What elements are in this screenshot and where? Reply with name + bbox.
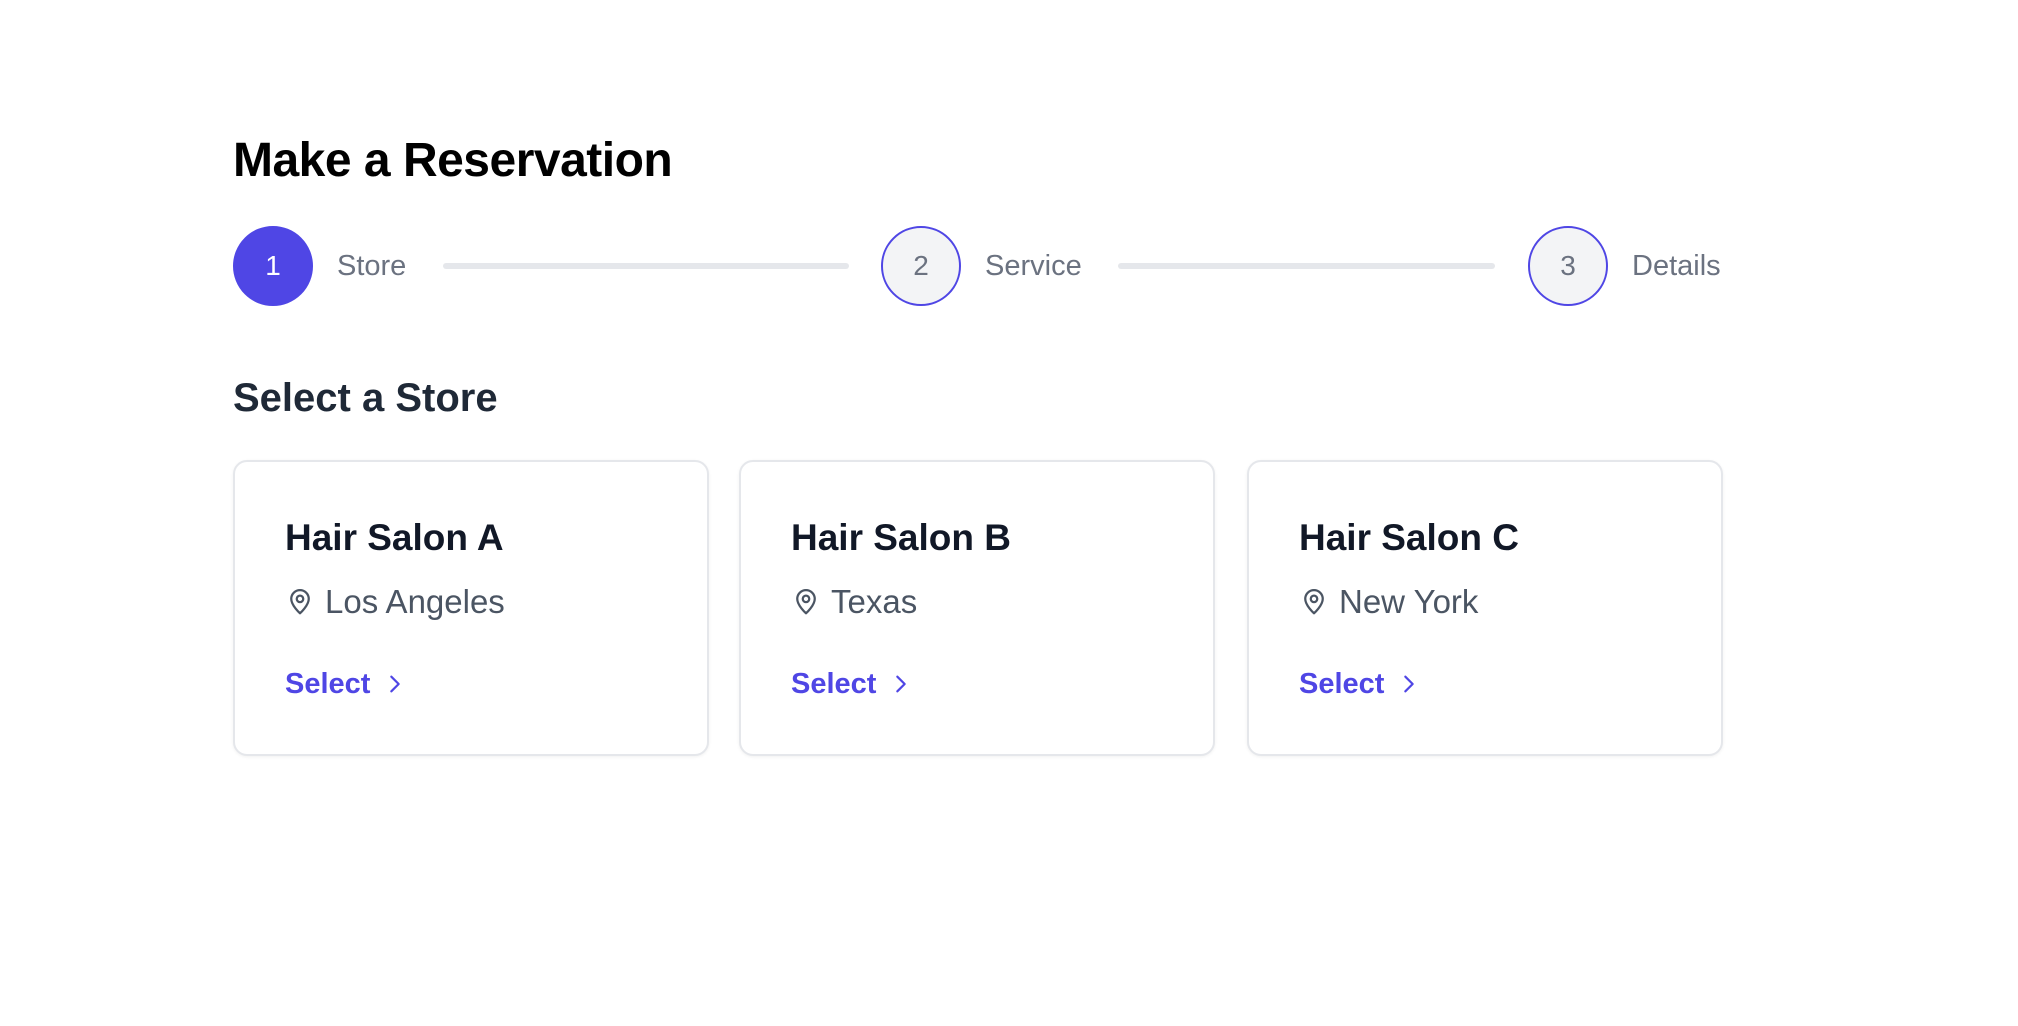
store-card[interactable]: Hair Salon A Los Angeles Select: [233, 460, 709, 756]
select-store-button[interactable]: Select: [1299, 666, 1420, 702]
store-card[interactable]: Hair Salon B Texas Select: [739, 460, 1215, 756]
store-location: Los Angeles: [285, 582, 505, 622]
step-1-label: Store: [337, 249, 407, 282]
store-list: Hair Salon A Los Angeles Select Hair Sal…: [233, 460, 1725, 756]
step-2-label: Service: [985, 249, 1082, 282]
store-location-text: New York: [1339, 583, 1479, 620]
store-name: Hair Salon A: [285, 517, 504, 558]
chevron-right-icon: [896, 675, 907, 693]
map-pin-icon: [796, 589, 816, 615]
map-pin-icon: [1304, 589, 1324, 615]
chevron-right-icon: [1404, 675, 1415, 693]
map-pin-icon: [290, 589, 310, 615]
step-service[interactable]: 2 Service: [881, 225, 1082, 307]
page-title: Make a Reservation: [233, 134, 673, 187]
step-details[interactable]: 3 Details: [1528, 225, 1721, 307]
select-label: Select: [1299, 668, 1385, 700]
step-3-indicator: 3: [1528, 226, 1608, 306]
store-location-text: Los Angeles: [325, 583, 505, 620]
step-store[interactable]: 1 Store: [233, 225, 406, 307]
select-label: Select: [285, 668, 371, 700]
step-connector-1: [443, 263, 849, 269]
store-location-text: Texas: [831, 583, 918, 620]
progress-stepper: 1 Store 2 Service 3 Details: [233, 225, 1725, 307]
section-title: Select a Store: [233, 376, 498, 420]
store-card[interactable]: Hair Salon C New York Select: [1247, 460, 1723, 756]
store-name: Hair Salon C: [1299, 517, 1519, 558]
store-location: New York: [1299, 582, 1478, 622]
step-2-indicator: 2: [881, 226, 961, 306]
select-store-button[interactable]: Select: [285, 666, 406, 702]
step-1-indicator: 1: [233, 226, 313, 306]
step-3-label: Details: [1632, 249, 1721, 282]
select-label: Select: [791, 668, 877, 700]
store-location: Texas: [791, 582, 917, 622]
select-store-button[interactable]: Select: [791, 666, 912, 702]
step-connector-2: [1118, 263, 1495, 269]
reservation-page: Make a Reservation 1 Store 2 Service 3 D…: [0, 0, 2018, 1026]
store-name: Hair Salon B: [791, 517, 1011, 558]
chevron-right-icon: [390, 675, 401, 693]
